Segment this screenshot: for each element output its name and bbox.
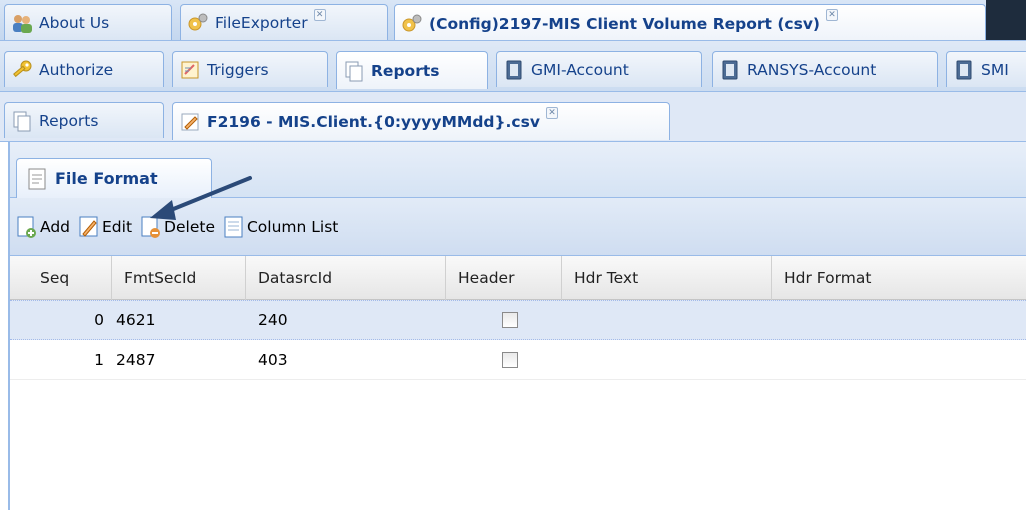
- tab-file-format[interactable]: File Format: [16, 158, 212, 198]
- tab-label: GMI-Account: [531, 60, 629, 79]
- cell-hdr-format: [772, 301, 1026, 339]
- column-list-icon: [224, 216, 243, 237]
- gears-icon: [402, 14, 422, 31]
- people-icon: [13, 14, 32, 33]
- delete-icon: [141, 216, 161, 238]
- tab-label: RANSYS-Account: [747, 60, 877, 79]
- pencil-icon: [181, 113, 199, 130]
- delete-button[interactable]: Delete: [140, 212, 215, 242]
- page-icon: [28, 168, 46, 189]
- tab-reports[interactable]: Reports: [336, 51, 488, 89]
- cell-seq: 1: [94, 350, 104, 369]
- second-tab-strip: Authorize Triggers Reports GMI-Account R…: [0, 41, 1026, 92]
- tab-about-us[interactable]: About Us: [4, 4, 172, 40]
- gears-icon: [188, 13, 208, 30]
- tab-label: Reports: [39, 111, 99, 130]
- cell-datasrcid: 240: [258, 311, 288, 329]
- add-icon: [17, 216, 36, 238]
- edit-icon: [79, 216, 98, 237]
- triggers-icon: [181, 61, 199, 78]
- close-icon[interactable]: ✕: [545, 107, 558, 119]
- cell-fmtsecid: 2487: [116, 350, 156, 369]
- reports-icon: [13, 111, 31, 131]
- tab-label: (Config)2197-MIS Client Volume Report (c…: [429, 14, 821, 33]
- cell-seq: 0: [94, 311, 104, 329]
- add-button[interactable]: Add: [16, 212, 70, 242]
- header-checkbox[interactable]: [502, 312, 518, 328]
- tab-authorize[interactable]: Authorize: [4, 51, 164, 87]
- tab-label: Authorize: [39, 60, 114, 79]
- add-label: Add: [40, 217, 71, 236]
- cell-header: [446, 340, 562, 379]
- tab-label: About Us: [39, 13, 110, 32]
- tab-fileexporter[interactable]: FileExporter ✕: [180, 4, 388, 40]
- tab-ransys-account[interactable]: RANSYS-Account: [712, 51, 938, 87]
- tab-reports-list[interactable]: Reports: [4, 102, 164, 138]
- document-icon: [506, 60, 522, 79]
- close-icon[interactable]: ✕: [826, 9, 839, 21]
- tab-label: Reports: [371, 61, 440, 80]
- delete-label: Delete: [164, 217, 215, 236]
- header-checkbox[interactable]: [502, 351, 518, 368]
- column-list-label: Column List: [246, 217, 339, 236]
- cell-header: [446, 301, 562, 339]
- file-format-panel: File Format Add Edit Delete Column List …: [8, 142, 1026, 510]
- table-row[interactable]: 0 4621 240: [10, 300, 1026, 340]
- column-list-button[interactable]: Column List: [223, 212, 338, 242]
- tab-gmi-account[interactable]: GMI-Account: [496, 51, 702, 87]
- tab-f2196-file[interactable]: F2196 - MIS.Client.{0:yyyyMMdd}.csv ✕: [172, 102, 670, 140]
- tab-label: F2196 - MIS.Client.{0:yyyyMMdd}.csv: [207, 112, 540, 131]
- document-icon: [956, 60, 972, 79]
- tab-label: File Format: [55, 169, 158, 188]
- tab-label: Triggers: [207, 60, 269, 79]
- tab-triggers[interactable]: Triggers: [172, 51, 328, 87]
- tab-label: FileExporter: [215, 13, 308, 32]
- grid-body: 0 4621 240 1 2487 403: [10, 300, 1026, 380]
- document-icon: [722, 60, 738, 79]
- tab-smi[interactable]: SMI: [946, 51, 1026, 87]
- tab-label: SMI: [981, 60, 1009, 79]
- column-header-fmtsecid[interactable]: FmtSecId: [112, 256, 246, 300]
- close-icon[interactable]: ✕: [313, 9, 326, 21]
- column-header-hdr-format[interactable]: Hdr Format: [772, 256, 1026, 300]
- cell-datasrcid: 403: [258, 350, 288, 369]
- third-tab-strip: Reports F2196 - MIS.Client.{0:yyyyMMdd}.…: [0, 92, 1026, 142]
- grid-toolbar: Add Edit Delete Column List: [10, 198, 1026, 256]
- subtab-bar: File Format: [10, 142, 1026, 198]
- top-tab-strip: About Us FileExporter ✕ (Config)2197-MIS…: [0, 0, 1026, 41]
- edit-label: Edit: [102, 217, 133, 236]
- column-header-hdr-text[interactable]: Hdr Text: [562, 256, 772, 300]
- edit-button[interactable]: Edit: [78, 212, 132, 242]
- tab-config-report[interactable]: (Config)2197-MIS Client Volume Report (c…: [394, 4, 986, 40]
- grid-header: Seq FmtSecId DatasrcId Header Hdr Text H…: [10, 256, 1026, 300]
- cell-hdr-text: [562, 340, 772, 379]
- column-header-seq[interactable]: Seq: [10, 256, 112, 300]
- cell-hdr-format: [772, 340, 1026, 379]
- column-header-datasrcid[interactable]: DatasrcId: [246, 256, 446, 300]
- cell-fmtsecid: 4621: [116, 311, 156, 329]
- cell-hdr-text: [562, 301, 772, 339]
- key-icon: [13, 60, 32, 77]
- column-header-header[interactable]: Header: [446, 256, 562, 300]
- table-row[interactable]: 1 2487 403: [10, 340, 1026, 380]
- tab-strip-overflow: [986, 0, 1026, 40]
- reports-icon: [345, 61, 363, 81]
